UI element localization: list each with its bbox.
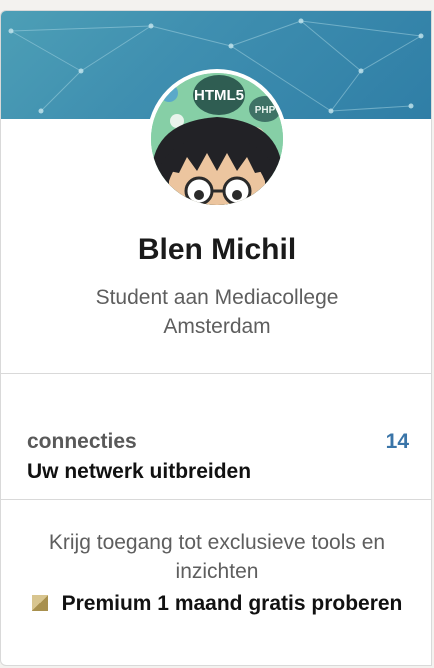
avatar[interactable]: HTML5 PHP [147, 69, 287, 209]
premium-trial-link[interactable]: Premium 1 maand gratis proberen [21, 589, 413, 618]
avatar-html5-text: HTML5 [194, 87, 244, 104]
connections-label: connecties [27, 430, 137, 453]
profile-name[interactable]: Blen Michil [1, 233, 431, 267]
connections-section[interactable]: connecties 14 Uw netwerk uitbreiden [1, 373, 431, 499]
profile-card: HTML5 PHP Blen Michil Student aan Mediac… [0, 10, 432, 666]
premium-description: Krijg toegang tot exclusieve tools en in… [48, 531, 386, 583]
avatar-image: HTML5 PHP [151, 73, 283, 205]
avatar-illustration: HTML5 PHP [151, 73, 283, 205]
divider [1, 499, 431, 500]
profile-headline: Student aan Mediacollege Amsterdam [95, 286, 339, 338]
premium-section: Krijg toegang tot exclusieve tools en in… [21, 528, 413, 618]
premium-gold-icon [31, 595, 48, 611]
avatar-php-text: PHP [255, 105, 276, 116]
premium-trial-label: Premium 1 maand gratis proberen [61, 592, 403, 615]
connections-count[interactable]: 14 [386, 430, 409, 454]
grow-network-link[interactable]: Uw netwerk uitbreiden [27, 460, 251, 484]
